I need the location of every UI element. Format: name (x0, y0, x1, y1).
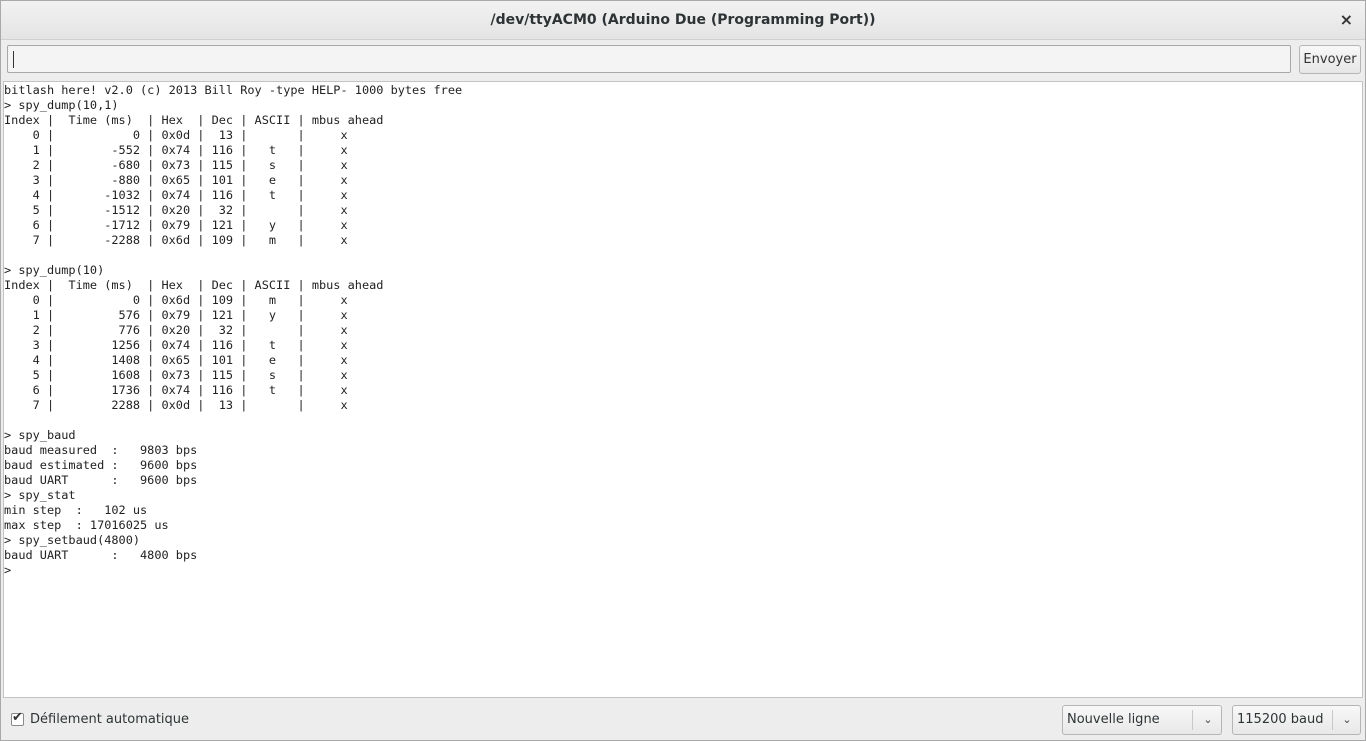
console-line: 4 | 1408 | 0x65 | 101 | e | x (4, 353, 348, 367)
console-line: baud estimated : 9600 bps (4, 458, 198, 472)
console-line: 1 | -552 | 0x74 | 116 | t | x (4, 143, 348, 157)
autoscroll-label: Défilement automatique (30, 712, 190, 727)
window-title: /dev/ttyACM0 (Arduino Due (Programming P… (490, 12, 876, 28)
console-line: 3 | -880 | 0x65 | 101 | e | x (4, 173, 348, 187)
console-line: Index | Time (ms) | Hex | Dec | ASCII | … (4, 113, 384, 127)
console-line: 7 | 2288 | 0x0d | 13 | | x (4, 398, 348, 412)
console-line: > (4, 563, 12, 577)
dropdown-separator (1332, 710, 1333, 730)
close-icon[interactable]: × (1340, 1, 1353, 39)
console-line: 0 | 0 | 0x0d | 13 | | x (4, 128, 348, 142)
console-line: bitlash here! v2.0 (c) 2013 Bill Roy -ty… (4, 83, 463, 97)
serial-monitor-window: /dev/ttyACM0 (Arduino Due (Programming P… (0, 0, 1366, 741)
console-line: 0 | 0 | 0x6d | 109 | m | x (4, 293, 348, 307)
send-bar: Envoyer (1, 41, 1365, 81)
console-line: Index | Time (ms) | Hex | Dec | ASCII | … (4, 278, 384, 292)
console-line: > spy_baud (4, 428, 76, 442)
console-line: > spy_stat (4, 488, 76, 502)
console-line: 2 | -680 | 0x73 | 115 | s | x (4, 158, 348, 172)
console-line: 6 | -1712 | 0x79 | 121 | y | x (4, 218, 348, 232)
console-line: baud UART : 9600 bps (4, 473, 198, 487)
baud-rate-select[interactable]: 115200 baud ⌄ (1232, 705, 1361, 735)
title-bar: /dev/ttyACM0 (Arduino Due (Programming P… (1, 1, 1365, 40)
send-input[interactable] (7, 45, 1291, 73)
line-ending-select[interactable]: Nouvelle ligne ⌄ (1062, 705, 1222, 735)
console-line: > spy_dump(10) (4, 263, 105, 277)
console-line: 5 | -1512 | 0x20 | 32 | | x (4, 203, 348, 217)
console-line: 1 | 576 | 0x79 | 121 | y | x (4, 308, 348, 322)
console-line: max step : 17016025 us (4, 518, 169, 532)
console-text: bitlash here! v2.0 (c) 2013 Bill Roy -ty… (4, 82, 1362, 578)
serial-output[interactable]: bitlash here! v2.0 (c) 2013 Bill Roy -ty… (3, 81, 1363, 698)
console-line: 4 | -1032 | 0x74 | 116 | t | x (4, 188, 348, 202)
send-button[interactable]: Envoyer (1299, 45, 1361, 74)
console-line: > spy_dump(10,1) (4, 98, 119, 112)
console-line: baud measured : 9803 bps (4, 443, 198, 457)
chevron-down-icon: ⌄ (1203, 713, 1213, 726)
baud-rate-value: 115200 baud (1237, 712, 1324, 727)
console-line: 3 | 1256 | 0x74 | 116 | t | x (4, 338, 348, 352)
chevron-down-icon: ⌄ (1342, 713, 1352, 726)
console-line: 2 | 776 | 0x20 | 32 | | x (4, 323, 348, 337)
console-line: 7 | -2288 | 0x6d | 109 | m | x (4, 233, 348, 247)
console-line: baud UART : 4800 bps (4, 548, 198, 562)
line-ending-value: Nouvelle ligne (1067, 712, 1160, 727)
console-line: > spy_setbaud(4800) (4, 533, 141, 547)
console-line: min step : 102 us (4, 503, 148, 517)
console-line: 5 | 1608 | 0x73 | 115 | s | x (4, 368, 348, 382)
bottom-bar: ✔ Défilement automatique Nouvelle ligne … (1, 700, 1365, 740)
checkmark-icon: ✔ (12, 710, 23, 725)
console-line: 6 | 1736 | 0x74 | 116 | t | x (4, 383, 348, 397)
text-caret (13, 51, 14, 68)
autoscroll-checkbox[interactable]: ✔ (11, 710, 24, 726)
dropdown-separator (1192, 710, 1193, 730)
